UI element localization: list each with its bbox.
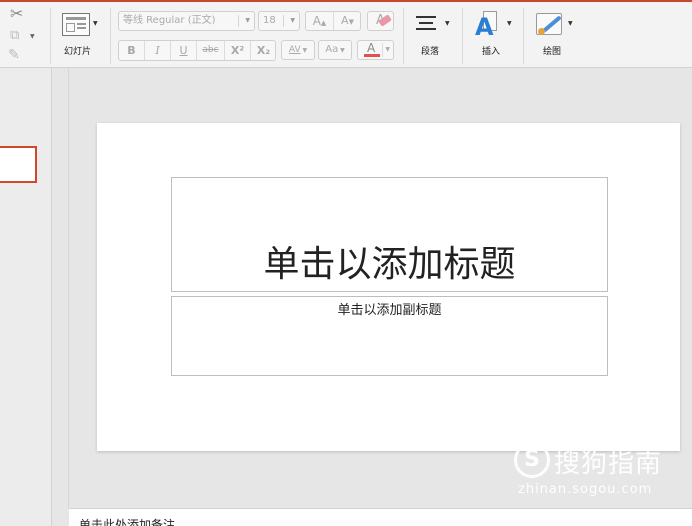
notes-pane[interactable]: 单击此处添加备注 (69, 508, 692, 526)
subtitle-placeholder[interactable]: 单击以添加副标题 (171, 296, 608, 376)
separator (110, 8, 111, 64)
change-case-label: Aa (325, 44, 339, 55)
slide-canvas[interactable]: 单击以添加标题 单击以添加副标题 (97, 123, 680, 451)
watermark-name: 搜狗指南 (554, 449, 663, 479)
clear-formatting-button[interactable]: A (367, 11, 394, 31)
character-spacing-label: AV (288, 45, 301, 55)
font-color-swatch (364, 54, 380, 57)
change-case-button[interactable]: Aa ▼ (318, 40, 352, 60)
separator (50, 8, 51, 64)
font-size-value: 18 (263, 15, 276, 26)
grow-font-label: A (312, 14, 321, 28)
font-name-value: 等线 Regular (正文) (123, 15, 216, 26)
character-spacing-button[interactable]: AV ▼ (281, 40, 315, 60)
insert-button-label[interactable]: 插入 (482, 44, 500, 57)
chevron-down-icon: ▼ (245, 17, 250, 24)
superscript-button[interactable]: X² (225, 41, 251, 60)
underline-button[interactable]: U (171, 41, 197, 60)
draw-dropdown-icon[interactable]: ▼ (568, 20, 573, 27)
strikethrough-button[interactable]: abc (197, 41, 225, 60)
italic-button[interactable]: I (145, 41, 171, 60)
insert-dropdown-icon[interactable]: ▼ (507, 20, 512, 27)
divider (283, 15, 284, 27)
cut-icon[interactable]: ✂ (10, 6, 23, 22)
watermark-url: zhinan.sogou.com (518, 482, 653, 497)
slide-thumbnails-panel (0, 68, 52, 526)
insert-icon[interactable]: A (475, 11, 505, 41)
slide-button-label[interactable]: 幻灯片 (64, 44, 91, 57)
format-painter-icon[interactable]: ✎ (8, 48, 20, 62)
notes-placeholder-text: 单击此处添加备注 (79, 518, 176, 526)
copy-dropdown-icon[interactable]: ▼ (30, 33, 35, 40)
slide-thumbnail-1[interactable] (0, 146, 37, 183)
separator (68, 68, 69, 508)
subtitle-placeholder-text: 单击以添加副标题 (337, 303, 442, 318)
chevron-down-icon: ▼ (290, 17, 295, 24)
separator (523, 8, 524, 64)
paragraph-dropdown-icon[interactable]: ▼ (445, 20, 450, 27)
slide-layout-dropdown-icon[interactable]: ▼ (93, 20, 98, 27)
subscript-button[interactable]: X₂ (251, 41, 276, 60)
paragraph-icon[interactable] (416, 14, 438, 34)
divider (238, 15, 239, 27)
shrink-font-label: A (341, 14, 349, 27)
title-placeholder-text: 单击以添加标题 (263, 244, 516, 285)
paragraph-button-label[interactable]: 段落 (421, 44, 439, 57)
separator (403, 8, 404, 64)
grow-font-button[interactable]: A▲ (306, 12, 334, 30)
font-size-select[interactable]: 18 ▼ (258, 11, 300, 31)
bold-button[interactable]: B (119, 41, 145, 60)
slide-layout-icon[interactable] (62, 13, 90, 36)
draw-icon[interactable] (536, 13, 566, 39)
shrink-font-button[interactable]: A▼ (334, 12, 361, 30)
font-name-select[interactable]: 等线 Regular (正文) ▼ (118, 11, 255, 31)
font-size-adjust-group: A▲ A▼ (305, 11, 361, 31)
draw-button-label[interactable]: 绘图 (543, 44, 561, 57)
text-format-group: B I U abc X² X₂ (118, 40, 276, 61)
sogou-logo-icon: S (514, 442, 550, 478)
watermark: S 搜狗指南 zhinan.sogou.com (514, 442, 674, 502)
separator (462, 8, 463, 64)
chevron-down-icon: ▼ (385, 46, 390, 53)
font-color-button[interactable]: A ▼ (357, 40, 394, 60)
ribbon: ✂ ⧉ ▼ ✎ ▼ 幻灯片 等线 Regular (正文) ▼ 18 ▼ A▲ … (0, 0, 692, 68)
title-placeholder[interactable]: 单击以添加标题 (171, 177, 608, 292)
copy-icon[interactable]: ⧉ (10, 29, 19, 42)
